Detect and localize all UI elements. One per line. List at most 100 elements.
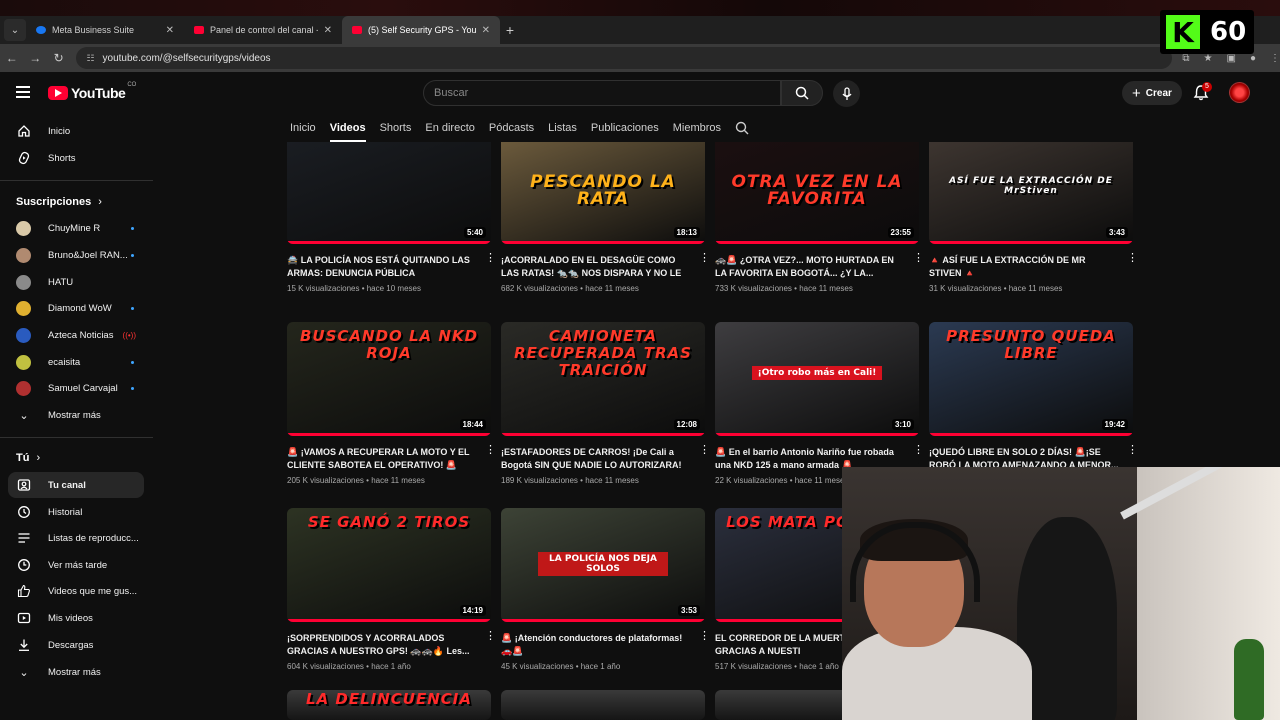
more-options-icon[interactable]: ⋮: [699, 631, 710, 642]
site-info-icon[interactable]: ☷: [86, 53, 94, 64]
sidebar-item-descargas[interactable]: Descargas: [8, 632, 144, 658]
extensions-icon[interactable]: ▣: [1227, 53, 1236, 64]
sidebar-item-historial[interactable]: Historial: [8, 499, 144, 525]
video-card[interactable]: ASÍ FUE LA EXTRACCIÓN DE MrStiven 3:43 🔺 A…: [929, 142, 1138, 312]
tab-shorts[interactable]: Shorts: [380, 114, 412, 142]
bookmark-icon[interactable]: ★: [1204, 53, 1213, 64]
video-thumbnail[interactable]: ¡Otro robo más en Cali! 3:10: [715, 322, 919, 436]
video-thumbnail[interactable]: SE GANÓ 2 TIROS 14:19: [287, 508, 491, 622]
search-button[interactable]: [781, 80, 823, 106]
you-header[interactable]: Tú ›: [16, 452, 40, 464]
video-card[interactable]: LA POLICÍA NOS DEJA SOLOS 3:53 🚨 ¡Atención…: [501, 504, 710, 674]
browser-tab-meta[interactable]: Meta Business Suite ✕: [26, 16, 184, 44]
video-thumbnail[interactable]: PRESUNTO QUEDA LIBRE 19:42: [929, 322, 1133, 436]
sidebar-item-liked[interactable]: Videos que me gus...: [8, 578, 144, 604]
browser-menu-icon[interactable]: ⋮: [1270, 53, 1280, 64]
video-thumbnail-peek[interactable]: LA DELINCUENCIA: [287, 690, 491, 720]
more-options-icon[interactable]: ⋮: [699, 253, 710, 264]
video-card[interactable]: PESCANDO LA RATA 18:13 ¡ACORRALADO EN EL D…: [501, 142, 710, 312]
back-icon[interactable]: ←: [0, 51, 23, 65]
video-card[interactable]: BUSCANDO LA NKD ROJA 18:44 🚨 ¡VAMOS A RECU…: [287, 318, 496, 488]
sidebar-item-label: Historial: [48, 506, 83, 518]
sidebar-you-show-more[interactable]: ⌄ Mostrar más: [8, 659, 144, 685]
video-thumbnail[interactable]: CAMIONETA RECUPERADA TRAS TRAICIÓN 12:08: [501, 322, 705, 436]
video-card[interactable]: PRESUNTO QUEDA LIBRE 19:42 ¡QUEDÓ LIBRE EN…: [929, 318, 1138, 488]
sidebar-item-ver-mas-tarde[interactable]: Ver más tarde: [8, 552, 144, 578]
url-field[interactable]: ☷ youtube.com/@selfsecuritygps/videos: [76, 47, 1173, 69]
browser-tab-youtube[interactable]: (5) Self Security GPS - YouTube ✕: [342, 16, 500, 44]
sidebar-item-inicio[interactable]: Inicio: [8, 118, 144, 144]
video-card[interactable]: ¡Otro robo más en Cali! 3:10 🚨 En el barri…: [715, 318, 924, 488]
menu-icon[interactable]: [16, 86, 30, 98]
tab-miembros[interactable]: Miembros: [673, 114, 721, 142]
sidebar-item-mis-videos[interactable]: Mis videos: [8, 605, 144, 631]
youtube-logo[interactable]: YouTube CO: [48, 82, 136, 101]
video-thumbnail[interactable]: ASÍ FUE LA EXTRACCIÓN DE MrStiven 3:43: [929, 142, 1133, 244]
browser-tab-studio[interactable]: Panel de control del canal - You ✕: [184, 16, 342, 44]
sidebar-sub-item[interactable]: Diamond WoW: [8, 295, 144, 321]
more-options-icon[interactable]: ⋮: [485, 631, 496, 642]
tab-listas[interactable]: Listas: [548, 114, 577, 142]
sidebar-sub-item[interactable]: Samuel Carvajal: [8, 375, 144, 401]
video-title[interactable]: 🚨 ¡Atención conductores de plataformas! …: [501, 632, 691, 658]
channel-search-icon[interactable]: [735, 114, 749, 142]
chevron-down-icon: ⌄: [19, 409, 29, 422]
close-icon[interactable]: ✕: [482, 25, 490, 36]
more-options-icon[interactable]: ⋮: [913, 253, 924, 264]
video-title[interactable]: 🔺 ASÍ FUE LA EXTRACCIÓN DE MR STIVEN 🔺: [929, 254, 1119, 280]
close-icon[interactable]: ✕: [166, 25, 174, 36]
like-icon: [16, 583, 32, 599]
account-avatar[interactable]: [1229, 82, 1250, 103]
sidebar-subs-show-more[interactable]: ⌄ Mostrar más: [8, 402, 144, 428]
video-title[interactable]: ¡ACORRALADO EN EL DESAGÜE COMO LAS RATAS…: [501, 254, 691, 280]
sidebar-item-listas[interactable]: Listas de reproducc...: [8, 525, 144, 551]
video-title[interactable]: 🚔 LA POLICÍA NOS ESTÁ QUITANDO LAS ARMAS…: [287, 254, 477, 280]
video-title[interactable]: 🚓🚨 ¿OTRA VEZ?... MOTO HURTADA EN LA FAVO…: [715, 254, 905, 280]
sidebar-sub-item[interactable]: HATU: [8, 269, 144, 295]
close-icon[interactable]: ✕: [324, 25, 332, 36]
more-options-icon[interactable]: ⋮: [913, 445, 924, 456]
tab-search-button[interactable]: ⌄: [4, 19, 26, 41]
sidebar-item-tu-canal[interactable]: Tu canal: [8, 472, 144, 498]
video-meta: 733 K visualizaciones • hace 11 meses: [715, 284, 853, 293]
video-thumbnail[interactable]: PESCANDO LA RATA 18:13: [501, 142, 705, 244]
new-tab-button[interactable]: +: [500, 22, 520, 38]
video-thumbnail[interactable]: 5:40: [287, 142, 491, 244]
profile-icon[interactable]: ●: [1250, 53, 1256, 64]
video-card[interactable]: CAMIONETA RECUPERADA TRAS TRAICIÓN 12:08 ¡…: [501, 318, 710, 488]
search-input[interactable]: Buscar: [423, 80, 781, 106]
subscriptions-header[interactable]: Suscripciones ›: [16, 196, 102, 208]
tab-publicaciones[interactable]: Publicaciones: [591, 114, 659, 142]
sidebar-sub-item[interactable]: ecaisita: [8, 349, 144, 375]
tab-inicio[interactable]: Inicio: [290, 114, 316, 142]
video-title[interactable]: ¡ESTAFADORES DE CARROS! ¡De Cali a Bogot…: [501, 446, 691, 472]
video-thumbnail[interactable]: LA POLICÍA NOS DEJA SOLOS 3:53: [501, 508, 705, 622]
reload-icon[interactable]: ↻: [47, 51, 70, 65]
voice-search-button[interactable]: [833, 80, 860, 107]
video-card[interactable]: 5:40 🚔 LA POLICÍA NOS ESTÁ QUITANDO LAS A…: [287, 142, 496, 312]
thumbnail-text: ASÍ FUE LA EXTRACCIÓN DE MrStiven: [949, 176, 1113, 196]
video-card[interactable]: OTRA VEZ EN LA FAVORITA 23:55 🚓🚨 ¿OTRA VEZ…: [715, 142, 924, 312]
sidebar-sub-item[interactable]: Bruno&Joel RAN...: [8, 242, 144, 268]
more-options-icon[interactable]: ⋮: [485, 253, 496, 264]
tab-videos[interactable]: Videos: [329, 114, 366, 142]
video-title[interactable]: ¡SORPRENDIDOS Y ACORRALADOS GRACIAS A NU…: [287, 632, 477, 658]
more-options-icon[interactable]: ⋮: [485, 445, 496, 456]
tab-en-directo[interactable]: En directo: [425, 114, 475, 142]
video-title[interactable]: 🚨 ¡VAMOS A RECUPERAR LA MOTO Y EL CLIENT…: [287, 446, 477, 472]
video-thumbnail[interactable]: BUSCANDO LA NKD ROJA 18:44: [287, 322, 491, 436]
install-icon[interactable]: ⧉: [1182, 53, 1189, 64]
tab-podcasts[interactable]: Pódcasts: [489, 114, 534, 142]
sidebar-item-shorts[interactable]: Shorts: [8, 145, 144, 171]
more-options-icon[interactable]: ⋮: [1127, 253, 1138, 264]
video-thumbnail[interactable]: OTRA VEZ EN LA FAVORITA 23:55: [715, 142, 919, 244]
sidebar-sub-item[interactable]: Azteca Noticias ((•)): [8, 322, 144, 348]
create-button[interactable]: + Crear: [1122, 81, 1182, 105]
video-thumbnail-peek[interactable]: [501, 690, 705, 720]
video-card[interactable]: SE GANÓ 2 TIROS 14:19 ¡SORPRENDIDOS Y ACOR…: [287, 504, 496, 674]
more-options-icon[interactable]: ⋮: [1127, 445, 1138, 456]
forward-icon[interactable]: →: [23, 51, 46, 65]
more-options-icon[interactable]: ⋮: [699, 445, 710, 456]
watch-progress-bar: [287, 241, 491, 244]
sidebar-sub-item[interactable]: ChuyMine R: [8, 215, 144, 241]
